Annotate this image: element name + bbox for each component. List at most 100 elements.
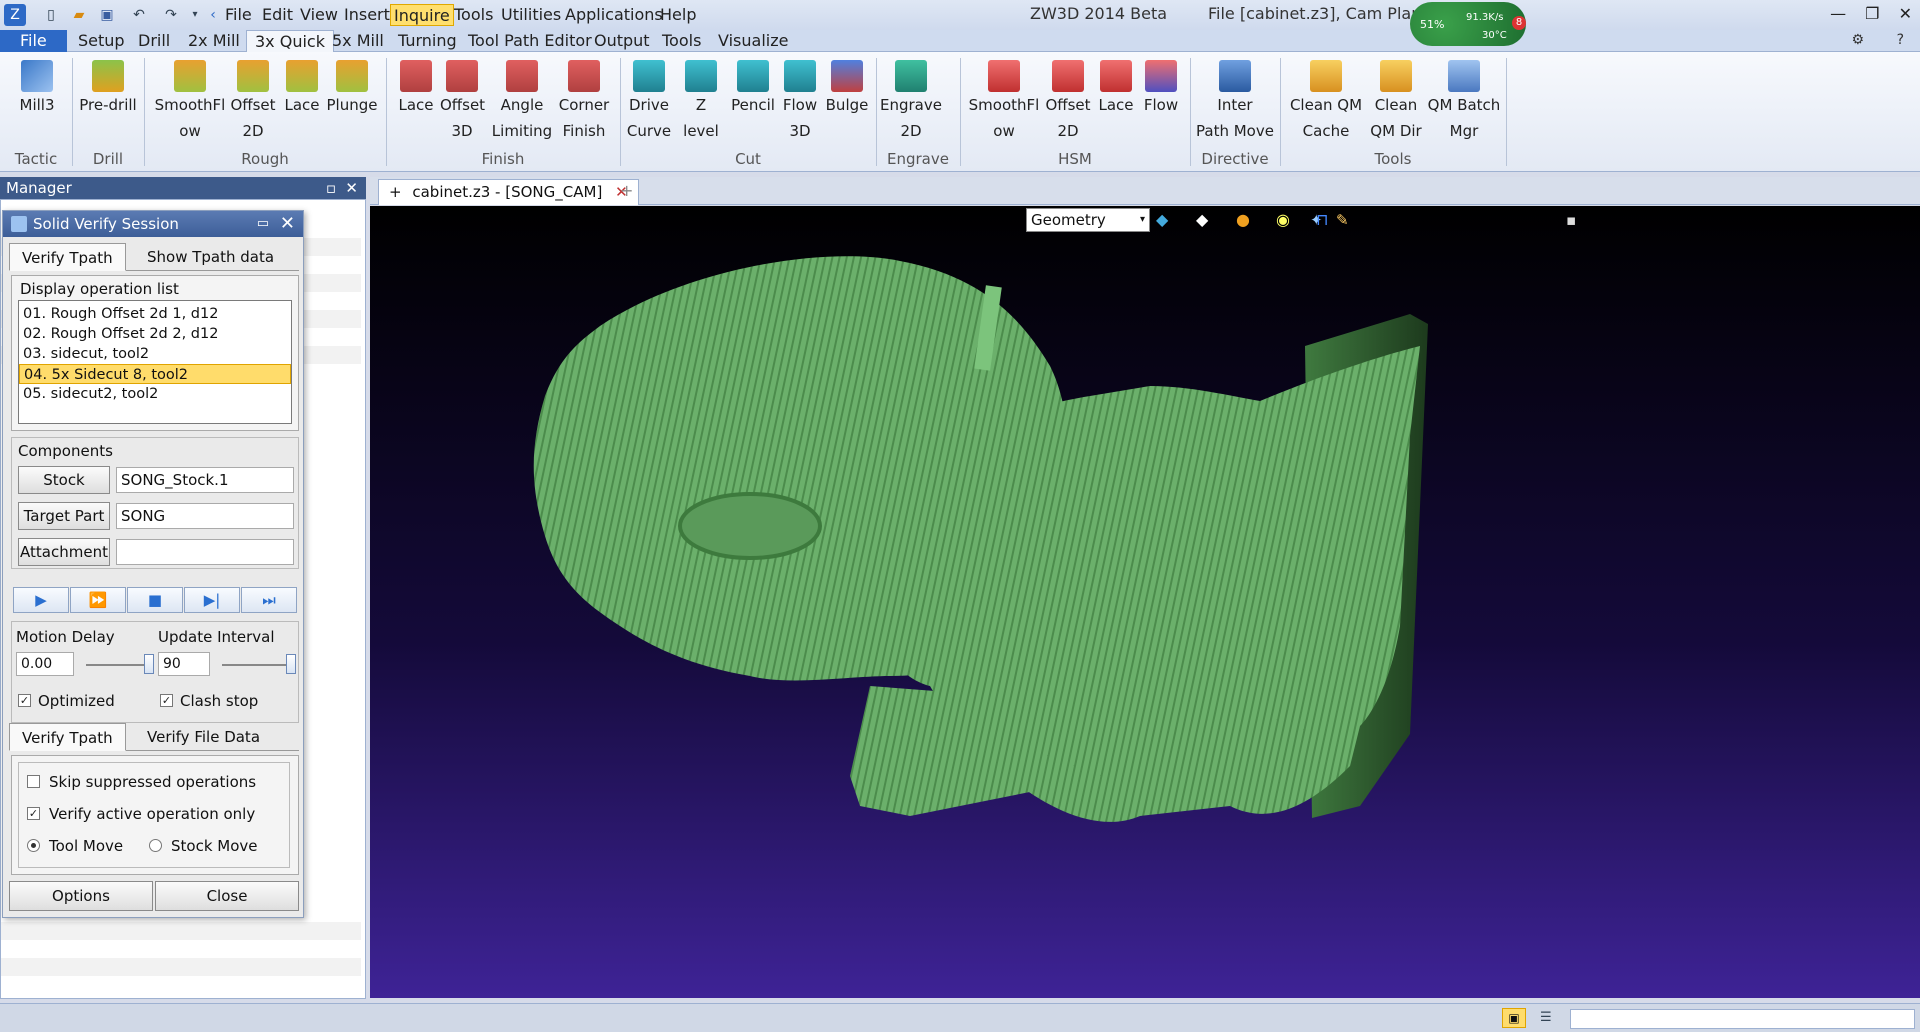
offset-2d-rough-button[interactable]: Offset 2D bbox=[228, 56, 278, 144]
stock-field[interactable]: SONG_Stock.1 bbox=[116, 467, 294, 493]
bulge-button[interactable]: Bulge bbox=[822, 56, 872, 118]
skip-to-end-button[interactable]: ⏭ bbox=[241, 587, 297, 613]
save-icon[interactable]: ▣ bbox=[96, 4, 118, 26]
pencil-button[interactable]: Pencil bbox=[728, 56, 778, 118]
3d-viewport[interactable]: ✦ ✎ ▪ Geometry ▾ ◆ ◆ ● ◉ ⊓ bbox=[370, 206, 1920, 998]
motion-delay-slider-track[interactable] bbox=[86, 664, 150, 666]
z-level-button[interactable]: Z level bbox=[676, 56, 726, 144]
target-part-field[interactable]: SONG bbox=[116, 503, 294, 529]
help-icon[interactable]: ? bbox=[1897, 32, 1904, 48]
tab-turning[interactable]: Turning bbox=[390, 30, 465, 52]
document-tab[interactable]: + cabinet.z3 - [SONG_CAM] ✕ bbox=[378, 179, 639, 205]
menu-edit[interactable]: Edit bbox=[259, 4, 296, 26]
update-interval-slider-thumb[interactable] bbox=[286, 654, 296, 674]
stop-button[interactable]: ■ bbox=[127, 587, 183, 613]
plunge-button[interactable]: Plunge bbox=[326, 56, 378, 118]
lace-rough-button[interactable]: Lace bbox=[280, 56, 324, 118]
smoothflow-rough-button[interactable]: SmoothFl ow bbox=[152, 56, 228, 144]
motion-delay-input[interactable]: 0.00 bbox=[16, 652, 74, 676]
tab-tools[interactable]: Tools bbox=[654, 30, 709, 52]
drive-curve-button[interactable]: Drive Curve bbox=[624, 56, 674, 144]
close-window-icon[interactable]: ✕ bbox=[1899, 4, 1912, 23]
new-tab-icon[interactable]: + bbox=[620, 181, 633, 200]
angle-limiting-button[interactable]: Angle Limiting bbox=[488, 56, 556, 144]
minimize-icon[interactable]: — bbox=[1830, 4, 1846, 23]
smoothflow-hsm-button[interactable]: SmoothFl ow bbox=[966, 56, 1042, 144]
operation-item[interactable]: 04. 5x Sidecut 8, tool2 bbox=[19, 364, 291, 384]
step-button[interactable]: ▶| bbox=[184, 587, 240, 613]
tab-verify-file-data[interactable]: Verify File Data bbox=[135, 723, 272, 751]
operation-list[interactable]: 01. Rough Offset 2d 1, d12 02. Rough Offs… bbox=[18, 300, 292, 424]
menu-applications[interactable]: Applications bbox=[562, 4, 666, 26]
tab-verify-tpath[interactable]: Verify Tpath bbox=[9, 243, 126, 271]
menu-file[interactable]: File bbox=[222, 4, 255, 26]
inter-path-move-button[interactable]: Inter Path Move bbox=[1194, 56, 1276, 144]
pin-icon[interactable]: ▫ bbox=[326, 177, 336, 199]
skip-suppressed-checkbox[interactable] bbox=[27, 775, 40, 788]
status-list-icon[interactable]: ☰ bbox=[1540, 1010, 1552, 1025]
optimized-checkbox[interactable]: ✓ bbox=[18, 694, 31, 707]
menu-help[interactable]: Help bbox=[657, 4, 699, 26]
attachment-field[interactable] bbox=[116, 539, 294, 565]
operation-item[interactable]: 05. sidecut2, tool2 bbox=[19, 384, 291, 404]
lace-hsm-button[interactable]: Lace bbox=[1096, 56, 1136, 118]
command-input[interactable] bbox=[1570, 1009, 1915, 1029]
collapse-arrow-icon[interactable]: ‹ bbox=[202, 4, 224, 26]
restore-icon[interactable]: ❐ bbox=[1865, 4, 1879, 23]
stock-button[interactable]: Stock bbox=[18, 466, 110, 494]
app-logo-icon[interactable]: Z bbox=[4, 4, 26, 26]
target-part-button[interactable]: Target Part bbox=[18, 502, 110, 530]
settings-icon[interactable]: ⚙ bbox=[1851, 32, 1864, 48]
update-interval-input[interactable]: 90 bbox=[158, 652, 210, 676]
tool-move-radio[interactable] bbox=[27, 839, 40, 852]
status-toggle-icon[interactable]: ▣ bbox=[1502, 1008, 1526, 1028]
new-file-icon[interactable]: ▯ bbox=[40, 4, 62, 26]
update-interval-slider-track[interactable] bbox=[222, 664, 292, 666]
tab-visualize[interactable]: Visualize bbox=[710, 30, 796, 52]
flow-3d-button[interactable]: Flow 3D bbox=[780, 56, 820, 144]
menu-insert[interactable]: Insert bbox=[341, 4, 393, 26]
dialog-close-icon[interactable]: ✕ bbox=[280, 211, 295, 237]
tab-file[interactable]: File bbox=[0, 30, 67, 52]
offset-2d-hsm-button[interactable]: Offset 2D bbox=[1044, 56, 1092, 144]
qm-batch-mgr-button[interactable]: QM Batch Mgr bbox=[1426, 56, 1502, 144]
close-button[interactable]: Close bbox=[155, 881, 299, 911]
clean-qm-cache-button[interactable]: Clean QM Cache bbox=[1286, 56, 1366, 144]
redo-icon[interactable]: ↷ bbox=[160, 4, 182, 26]
stock-move-radio[interactable] bbox=[149, 839, 162, 852]
operation-item[interactable]: 01. Rough Offset 2d 1, d12 bbox=[19, 304, 291, 324]
lace-finish-button[interactable]: Lace bbox=[392, 56, 440, 118]
offset-3d-button[interactable]: Offset 3D bbox=[440, 56, 485, 144]
menu-tools[interactable]: Tools bbox=[451, 4, 496, 26]
operation-item[interactable]: 03. sidecut, tool2 bbox=[19, 344, 291, 364]
pre-drill-button[interactable]: Pre-drill bbox=[76, 56, 140, 118]
clash-stop-checkbox[interactable]: ✓ bbox=[160, 694, 173, 707]
mill3-button[interactable]: Mill3 bbox=[6, 56, 68, 118]
menu-view[interactable]: View bbox=[297, 4, 341, 26]
dialog-pin-icon[interactable]: ▭ bbox=[257, 211, 269, 237]
attachment-button[interactable]: Attachment bbox=[18, 538, 110, 566]
fast-forward-button[interactable]: ⏩ bbox=[70, 587, 126, 613]
flow-hsm-button[interactable]: Flow bbox=[1138, 56, 1184, 118]
undo-icon[interactable]: ↶ bbox=[128, 4, 150, 26]
tab-output[interactable]: Output bbox=[586, 30, 658, 52]
clean-qm-dir-button[interactable]: Clean QM Dir bbox=[1366, 56, 1426, 144]
motion-delay-slider-thumb[interactable] bbox=[144, 654, 154, 674]
tab-2x-mill[interactable]: 2x Mill bbox=[180, 30, 248, 52]
manager-close-icon[interactable]: ✕ bbox=[345, 177, 358, 199]
verify-active-checkbox[interactable]: ✓ bbox=[27, 807, 40, 820]
play-button[interactable]: ▶ bbox=[13, 587, 69, 613]
tab-5x-mill[interactable]: 5x Mill bbox=[324, 30, 392, 52]
tab-tool-path-editor[interactable]: Tool Path Editor bbox=[460, 30, 600, 52]
menu-inquire[interactable]: Inquire bbox=[390, 4, 454, 26]
engrave-2d-button[interactable]: Engrave 2D bbox=[880, 56, 942, 144]
corner-finish-button[interactable]: Corner Finish bbox=[556, 56, 612, 144]
tab-show-tpath-data[interactable]: Show Tpath data bbox=[135, 243, 286, 271]
open-file-icon[interactable]: ▰ bbox=[68, 4, 90, 26]
menu-utilities[interactable]: Utilities bbox=[498, 4, 564, 26]
tab-setup[interactable]: Setup bbox=[70, 30, 133, 52]
tab-drill[interactable]: Drill bbox=[130, 30, 178, 52]
options-button[interactable]: Options bbox=[9, 881, 153, 911]
operation-item[interactable]: 02. Rough Offset 2d 2, d12 bbox=[19, 324, 291, 344]
tab-verify-tpath-2[interactable]: Verify Tpath bbox=[9, 723, 126, 751]
